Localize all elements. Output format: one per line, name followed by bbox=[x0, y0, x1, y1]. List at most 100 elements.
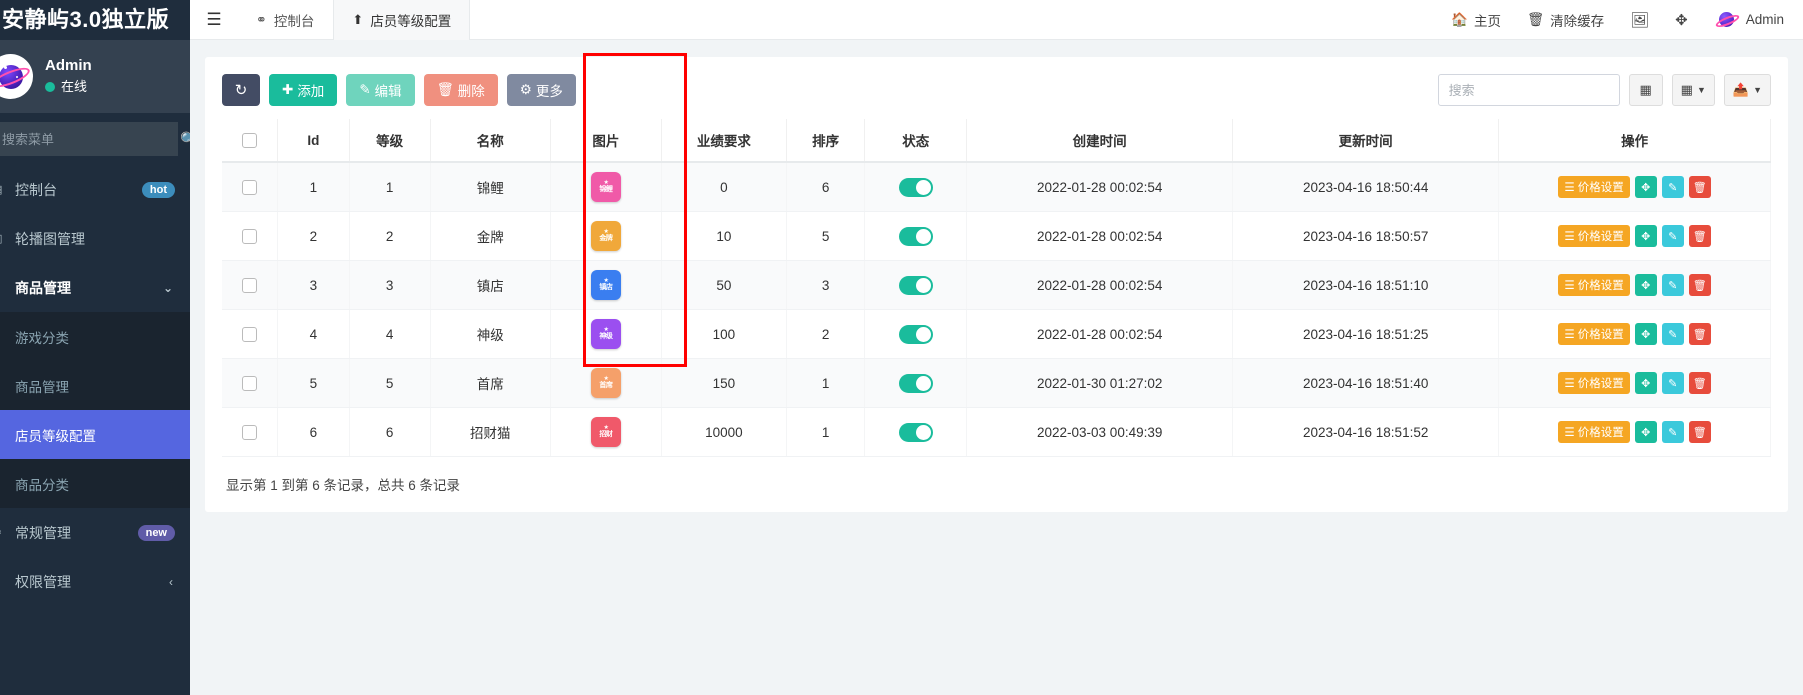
header-status[interactable]: 状态 bbox=[865, 119, 967, 162]
sidebar-item-general-mgmt[interactable]: ⚙ 常规管理 new bbox=[0, 508, 190, 557]
row-edit-button[interactable]: ✎ bbox=[1662, 372, 1684, 394]
row-edit-button[interactable]: ✎ bbox=[1662, 176, 1684, 198]
row-edit-button[interactable]: ✎ bbox=[1662, 225, 1684, 247]
row-delete-button[interactable]: 🗑 bbox=[1689, 176, 1711, 198]
hamburger-icon[interactable]: ☰ bbox=[190, 0, 238, 39]
move-button[interactable]: ✥ bbox=[1635, 372, 1657, 394]
cell-status[interactable] bbox=[865, 408, 967, 457]
columns-button[interactable]: ▦ ▼ bbox=[1672, 74, 1715, 106]
move-button[interactable]: ✥ bbox=[1635, 274, 1657, 296]
row-checkbox[interactable] bbox=[242, 376, 257, 391]
header-select-all[interactable] bbox=[222, 119, 278, 162]
sidebar-item-label: 商品管理 bbox=[15, 278, 71, 298]
theme-button[interactable]: 🖼 bbox=[1617, 0, 1662, 40]
status-toggle[interactable] bbox=[899, 178, 933, 197]
row-edit-button[interactable]: ✎ bbox=[1662, 421, 1684, 443]
edit-button[interactable]: ✎ 编辑 bbox=[346, 74, 414, 106]
status-toggle[interactable] bbox=[899, 276, 933, 295]
header-performance-requirement[interactable]: 业绩要求 bbox=[661, 119, 786, 162]
row-checkbox-cell[interactable] bbox=[222, 162, 278, 212]
sidebar-item-clerk-level-config[interactable]: 店员等级配置 bbox=[0, 410, 190, 459]
row-checkbox-cell[interactable] bbox=[222, 310, 278, 359]
header-name[interactable]: 名称 bbox=[430, 119, 550, 162]
table-row[interactable]: 55首席★首席15012022-01-30 01:27:022023-04-16… bbox=[222, 359, 1771, 408]
select-all-checkbox[interactable] bbox=[242, 133, 257, 148]
delete-button[interactable]: 🗑 删除 bbox=[424, 74, 498, 106]
row-delete-button[interactable]: 🗑 bbox=[1689, 372, 1711, 394]
status-toggle[interactable] bbox=[899, 374, 933, 393]
table-row[interactable]: 33镇店★镇店5032022-01-28 00:02:542023-04-16 … bbox=[222, 261, 1771, 310]
table-row[interactable]: 22金牌★金牌1052022-01-28 00:02:542023-04-16 … bbox=[222, 212, 1771, 261]
table-row[interactable]: 66招财猫★招财1000012022-03-03 00:49:392023-04… bbox=[222, 408, 1771, 457]
home-button[interactable]: 🏠 主页 bbox=[1438, 0, 1514, 40]
row-checkbox-cell[interactable] bbox=[222, 408, 278, 457]
status-toggle[interactable] bbox=[899, 227, 933, 246]
export-button[interactable]: 📤 ▼ bbox=[1724, 74, 1771, 106]
move-button[interactable]: ✥ bbox=[1635, 225, 1657, 247]
user-menu[interactable]: Admin bbox=[1701, 0, 1797, 40]
cell-status[interactable] bbox=[865, 261, 967, 310]
price-settings-button[interactable]: ☰价格设置 bbox=[1558, 225, 1629, 247]
list-view-button[interactable]: ▦ bbox=[1629, 74, 1663, 106]
sidebar-search[interactable]: 🔍 bbox=[0, 122, 178, 156]
header-updated-time[interactable]: 更新时间 bbox=[1233, 119, 1499, 162]
row-edit-button[interactable]: ✎ bbox=[1662, 323, 1684, 345]
price-settings-button[interactable]: ☰价格设置 bbox=[1558, 323, 1629, 345]
cell-status[interactable] bbox=[865, 359, 967, 408]
table-row[interactable]: 11锦鲤★锦鲤062022-01-28 00:02:542023-04-16 1… bbox=[222, 162, 1771, 212]
sidebar-item-permission-mgmt[interactable]: ⚿ 权限管理 ‹ bbox=[0, 557, 190, 606]
header-sort[interactable]: 排序 bbox=[786, 119, 865, 162]
clear-cache-button[interactable]: 🗑 清除缓存 bbox=[1514, 0, 1617, 40]
move-button[interactable]: ✥ bbox=[1635, 421, 1657, 443]
row-checkbox[interactable] bbox=[242, 180, 257, 195]
header-level[interactable]: 等级 bbox=[349, 119, 430, 162]
status-toggle[interactable] bbox=[899, 423, 933, 442]
row-checkbox[interactable] bbox=[242, 327, 257, 342]
row-checkbox[interactable] bbox=[242, 425, 257, 440]
price-settings-button[interactable]: ☰价格设置 bbox=[1558, 176, 1629, 198]
cell-status[interactable] bbox=[865, 310, 967, 359]
tab-console[interactable]: ⚭ 控制台 bbox=[238, 0, 333, 40]
cell-name: 神级 bbox=[430, 310, 550, 359]
move-button[interactable]: ✥ bbox=[1635, 323, 1657, 345]
refresh-button[interactable]: ↻ bbox=[222, 74, 260, 106]
search-menu-input[interactable] bbox=[0, 131, 180, 148]
row-checkbox-cell[interactable] bbox=[222, 359, 278, 408]
row-delete-button[interactable]: 🗑 bbox=[1689, 323, 1711, 345]
cell-status[interactable] bbox=[865, 162, 967, 212]
sidebar-item-carousel[interactable]: ▣ 轮播图管理 bbox=[0, 214, 190, 263]
cell-sort: 1 bbox=[786, 408, 865, 457]
cell-status[interactable] bbox=[865, 212, 967, 261]
table-row[interactable]: 44神级★神级10022022-01-28 00:02:542023-04-16… bbox=[222, 310, 1771, 359]
header-id[interactable]: Id bbox=[278, 119, 350, 162]
sidebar-item-game-category[interactable]: ⚬ 游戏分类 bbox=[0, 312, 190, 361]
move-button[interactable]: ✥ bbox=[1635, 176, 1657, 198]
price-settings-button[interactable]: ☰价格设置 bbox=[1558, 372, 1629, 394]
sidebar-item-console[interactable]: ▤ 控制台 hot bbox=[0, 165, 190, 214]
cell-performance-requirement: 0 bbox=[661, 162, 786, 212]
search-icon: 🔍 bbox=[180, 131, 190, 148]
header-image[interactable]: 图片 bbox=[550, 119, 661, 162]
more-button[interactable]: ⚙ 更多 bbox=[507, 74, 576, 106]
price-settings-button[interactable]: ☰价格设置 bbox=[1558, 274, 1629, 296]
cell-performance-requirement: 10 bbox=[661, 212, 786, 261]
row-checkbox[interactable] bbox=[242, 229, 257, 244]
row-checkbox-cell[interactable] bbox=[222, 261, 278, 310]
row-delete-button[interactable]: 🗑 bbox=[1689, 225, 1711, 247]
sidebar-item-goods[interactable]: 商品管理 bbox=[0, 361, 190, 410]
tab-clerk-level-config[interactable]: ⬆ 店员等级配置 bbox=[333, 0, 470, 40]
row-checkbox[interactable] bbox=[242, 278, 257, 293]
sidebar-item-goods-category[interactable]: ⚬ 商品分类 bbox=[0, 459, 190, 508]
row-delete-button[interactable]: 🗑 bbox=[1689, 421, 1711, 443]
add-button[interactable]: ✚ 添加 bbox=[269, 74, 337, 106]
search-input[interactable] bbox=[1438, 74, 1620, 106]
fullscreen-button[interactable]: ✥ bbox=[1662, 0, 1701, 40]
row-checkbox-cell[interactable] bbox=[222, 212, 278, 261]
price-settings-button[interactable]: ☰价格设置 bbox=[1558, 421, 1629, 443]
row-delete-button[interactable]: 🗑 bbox=[1689, 274, 1711, 296]
sidebar-user-panel[interactable]: Admin 在线 bbox=[0, 40, 190, 113]
status-toggle[interactable] bbox=[899, 325, 933, 344]
row-edit-button[interactable]: ✎ bbox=[1662, 274, 1684, 296]
sidebar-item-goods-mgmt[interactable]: □ 商品管理 ⌄ bbox=[0, 263, 190, 312]
header-created-time[interactable]: 创建时间 bbox=[967, 119, 1233, 162]
